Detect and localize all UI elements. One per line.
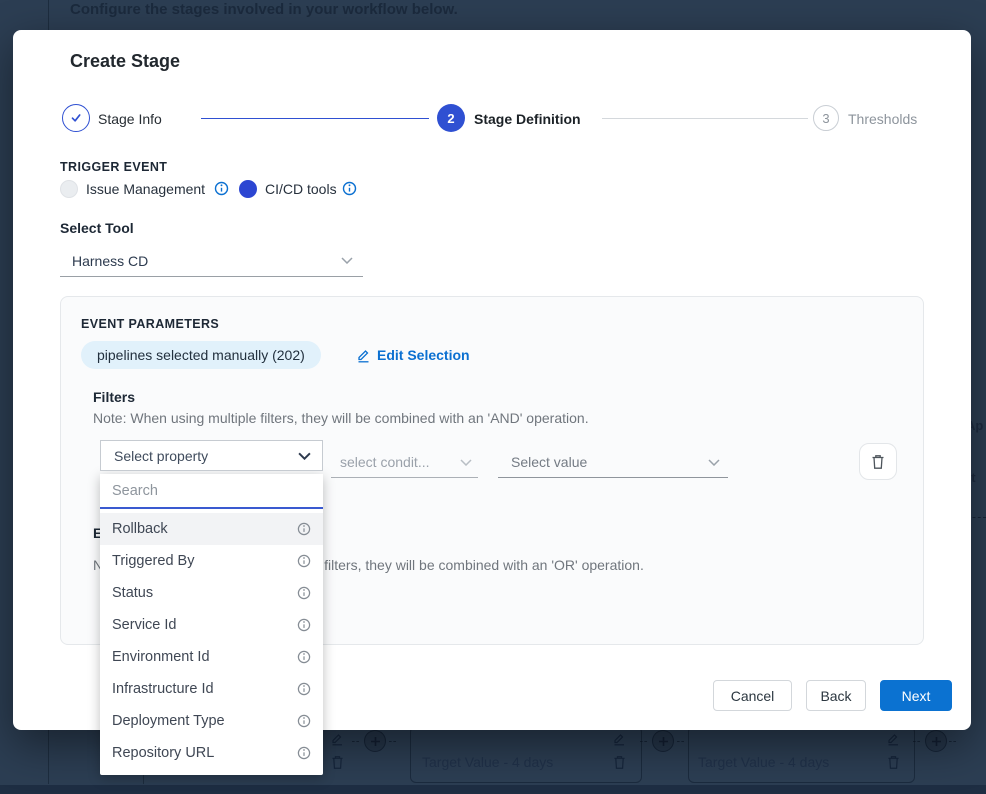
dropdown-item-label: Triggered By (112, 553, 194, 569)
select-tool-label: Select Tool (60, 220, 134, 236)
info-icon[interactable] (214, 181, 229, 196)
trigger-event-label: TRIGGER EVENT (60, 160, 167, 174)
add-stage-button (925, 730, 947, 752)
target-value-label: Target Value - 4 days (422, 754, 553, 770)
info-icon[interactable] (297, 682, 311, 696)
dropdown-item-infrastructure-id[interactable]: Infrastructure Id (100, 673, 323, 705)
dashed-connector (640, 741, 647, 742)
edit-icon (886, 732, 901, 746)
trash-icon (887, 755, 900, 770)
event-parameters-heading: EVENT PARAMETERS (81, 317, 219, 331)
step-3-number: 3 (822, 111, 829, 126)
step-1-label: Stage Info (98, 111, 162, 127)
dropdown-item-repository-url[interactable]: Repository URL (100, 737, 323, 769)
chevron-down-icon (341, 257, 353, 264)
dropdown-item-label: Rollback (112, 521, 168, 537)
next-button[interactable]: Next (880, 680, 952, 711)
radio-issue-management[interactable] (60, 180, 78, 198)
radio-cicd-tools-label[interactable]: CI/CD tools (265, 181, 337, 197)
background-divider (48, 0, 49, 30)
step-1-indicator[interactable] (62, 104, 90, 132)
filters-heading: Filters (93, 389, 135, 405)
dropdown-item-label: Infrastructure Id (112, 681, 214, 697)
dropdown-item-triggered-by[interactable]: Triggered By (100, 545, 323, 577)
chevron-down-icon (708, 459, 720, 466)
property-select[interactable]: Select property (100, 440, 323, 471)
plus-icon (658, 736, 669, 747)
step-3-indicator[interactable]: 3 (813, 105, 839, 131)
dropdown-item-environment-id[interactable]: Environment Id (100, 641, 323, 673)
stepper-connector (602, 118, 808, 119)
property-dropdown-panel: Rollback Triggered By Status Service Id … (100, 474, 323, 775)
stepper-connector (201, 118, 429, 119)
property-select-placeholder: Select property (114, 448, 208, 464)
selection-badge: pipelines selected manually (202) (81, 341, 321, 369)
radio-issue-management-label[interactable]: Issue Management (86, 181, 205, 197)
dropdown-item-label: Status (112, 585, 153, 601)
tool-select[interactable]: Harness CD (60, 245, 363, 277)
edit-icon (356, 348, 371, 363)
filters-note: Note: When using multiple filters, they … (93, 410, 589, 426)
back-button[interactable]: Back (806, 680, 866, 711)
value-select-placeholder: Select value (511, 454, 587, 470)
edit-icon (330, 732, 345, 746)
dropdown-item-label: Repository URL (112, 745, 214, 761)
dashed-connector (352, 741, 359, 742)
trash-icon (613, 755, 626, 770)
dashed-connector (389, 741, 396, 742)
edit-selection-label: Edit Selection (377, 347, 470, 363)
trash-icon (871, 454, 885, 470)
info-icon[interactable] (297, 522, 311, 536)
dropdown-item-service-id[interactable]: Service Id (100, 609, 323, 641)
condition-select-placeholder: select condit... (340, 454, 430, 470)
trash-icon (331, 755, 344, 770)
target-value-label: Target Value - 4 days (698, 754, 829, 770)
step-2-indicator[interactable]: 2 (437, 104, 465, 132)
background-page-heading: Configure the stages involved in your wo… (70, 1, 458, 18)
step-2-label: Stage Definition (474, 111, 581, 127)
add-stage-button (652, 730, 674, 752)
dropdown-item-label: Environment Id (112, 649, 210, 665)
chevron-down-icon (298, 452, 311, 460)
dropdown-item-label: Deployment Type (112, 713, 225, 729)
cancel-button[interactable]: Cancel (713, 680, 792, 711)
info-icon[interactable] (342, 181, 357, 196)
modal-title: Create Stage (70, 51, 180, 72)
add-stage-button (364, 730, 386, 752)
plus-icon (370, 736, 381, 747)
info-icon[interactable] (297, 746, 311, 760)
dashed-connector (913, 741, 920, 742)
info-icon[interactable] (297, 586, 311, 600)
background-footer-strip (0, 785, 986, 794)
edit-selection-link[interactable]: Edit Selection (356, 347, 470, 363)
radio-cicd-tools[interactable] (239, 180, 257, 198)
chevron-down-icon (460, 459, 472, 466)
info-icon[interactable] (297, 714, 311, 728)
delete-filter-button[interactable] (859, 443, 897, 480)
step-3-label: Thresholds (848, 111, 917, 127)
dropdown-item-rollback[interactable]: Rollback (100, 513, 323, 545)
step-2-number: 2 (447, 111, 454, 126)
condition-select[interactable]: select condit... (331, 447, 478, 478)
edit-icon (612, 732, 627, 746)
info-icon[interactable] (297, 650, 311, 664)
info-icon[interactable] (297, 618, 311, 632)
plus-icon (931, 736, 942, 747)
check-icon (69, 111, 83, 125)
dashed-connector (949, 741, 956, 742)
tool-select-value: Harness CD (72, 253, 148, 269)
value-select[interactable]: Select value (498, 447, 728, 478)
background-divider (48, 730, 49, 784)
dropdown-item-deployment-type[interactable]: Deployment Type (100, 705, 323, 737)
dropdown-search-input[interactable] (100, 474, 323, 509)
dropdown-item-label: Service Id (112, 617, 176, 633)
dashed-connector (677, 741, 684, 742)
info-icon[interactable] (297, 554, 311, 568)
dropdown-item-status[interactable]: Status (100, 577, 323, 609)
